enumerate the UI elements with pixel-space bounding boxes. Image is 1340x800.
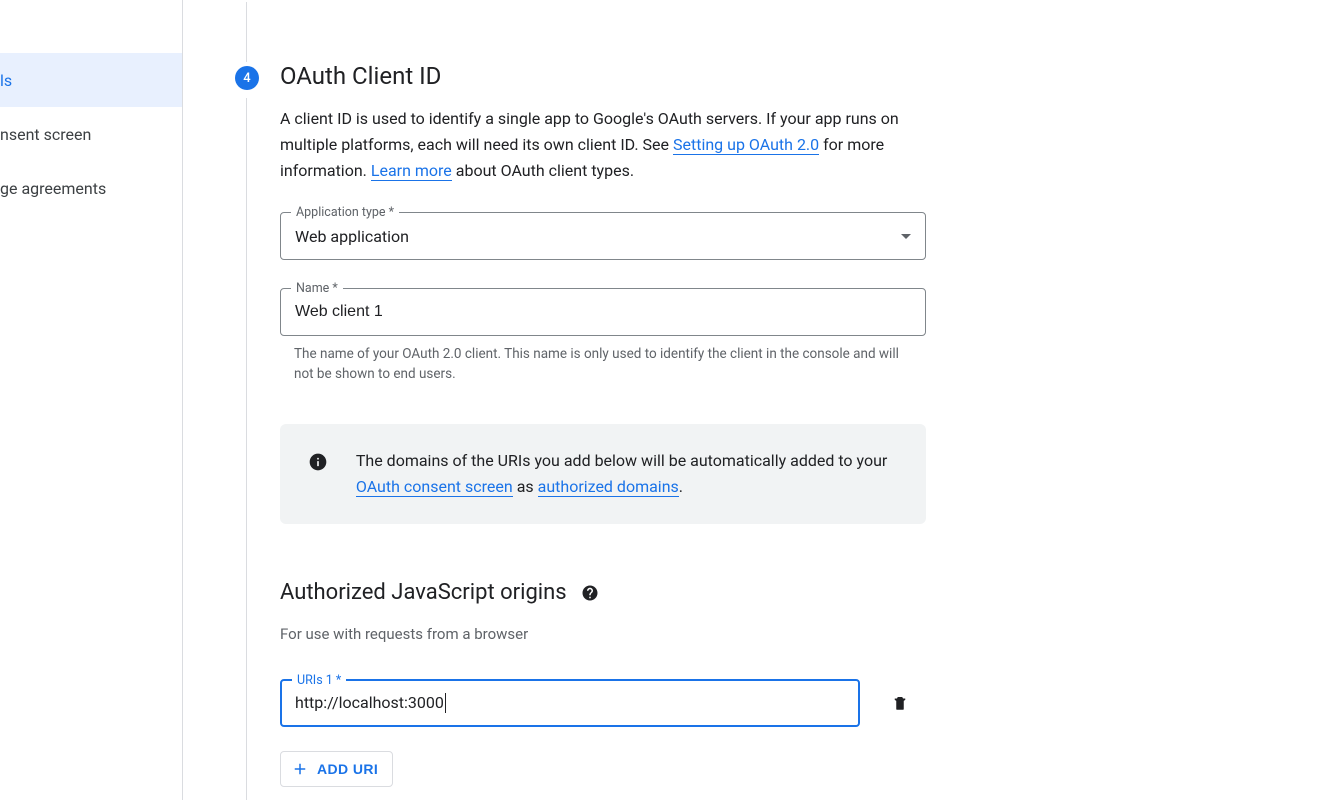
info-icon bbox=[308, 452, 328, 472]
link-oauth-consent-screen[interactable]: OAuth consent screen bbox=[356, 477, 513, 497]
stepper-line bbox=[246, 98, 248, 800]
info-text-part: The domains of the URIs you add below wi… bbox=[356, 451, 887, 470]
sidebar-item-page-agreements[interactable]: ge agreements bbox=[0, 161, 182, 215]
add-uri-label: ADD URI bbox=[317, 761, 378, 777]
field-label: URIs 1 * bbox=[292, 673, 346, 688]
section-title: OAuth Client ID bbox=[280, 62, 935, 90]
field-label: Application type * bbox=[291, 205, 399, 220]
origins-title-text: Authorized JavaScript origins bbox=[280, 580, 567, 605]
add-uri-button[interactable]: ADD URI bbox=[280, 751, 393, 787]
help-icon[interactable] bbox=[581, 584, 599, 602]
trash-icon bbox=[891, 694, 909, 712]
application-type-select[interactable]: Application type * Web application bbox=[280, 212, 926, 260]
uri-value: http://localhost:3000 bbox=[295, 693, 845, 714]
name-input[interactable]: Name * bbox=[280, 288, 926, 336]
sidebar: ls nsent screen ge agreements bbox=[0, 0, 183, 800]
name-input-field[interactable] bbox=[295, 303, 911, 321]
link-learn-more[interactable]: Learn more bbox=[371, 161, 452, 181]
info-text: The domains of the URIs you add below wi… bbox=[356, 448, 902, 500]
main-content: 4 OAuth Client ID A client ID is used to… bbox=[183, 0, 1340, 800]
origins-description: For use with requests from a browser bbox=[280, 625, 935, 643]
field-value: Web application bbox=[295, 227, 901, 246]
sidebar-item-credentials[interactable]: ls bbox=[0, 53, 182, 107]
sidebar-item-label: nsent screen bbox=[0, 125, 91, 144]
plus-icon bbox=[291, 760, 309, 778]
chevron-down-icon bbox=[901, 234, 911, 239]
sidebar-item-label: ls bbox=[0, 71, 12, 90]
name-helper-text: The name of your OAuth 2.0 client. This … bbox=[294, 344, 920, 384]
uri-input-1[interactable]: URIs 1 * http://localhost:3000 bbox=[280, 679, 860, 727]
link-setting-up-oauth[interactable]: Setting up OAuth 2.0 bbox=[673, 135, 819, 155]
uri-text: http://localhost:3000 bbox=[295, 693, 444, 712]
delete-uri-button[interactable] bbox=[890, 693, 910, 713]
info-callout: The domains of the URIs you add below wi… bbox=[280, 424, 926, 524]
info-text-part: . bbox=[679, 477, 683, 496]
link-authorized-domains[interactable]: authorized domains bbox=[538, 477, 679, 497]
sidebar-item-label: ge agreements bbox=[0, 179, 106, 198]
info-text-part: as bbox=[513, 477, 538, 496]
origins-title: Authorized JavaScript origins bbox=[280, 580, 935, 605]
sidebar-item-consent-screen[interactable]: nsent screen bbox=[0, 107, 182, 161]
desc-text: about OAuth client types. bbox=[452, 161, 634, 180]
text-cursor bbox=[445, 693, 446, 713]
step-number: 4 bbox=[243, 71, 250, 86]
step-number-badge: 4 bbox=[235, 66, 259, 90]
field-label: Name * bbox=[291, 281, 343, 296]
stepper-line bbox=[246, 2, 248, 62]
section-description: A client ID is used to identify a single… bbox=[280, 106, 935, 184]
